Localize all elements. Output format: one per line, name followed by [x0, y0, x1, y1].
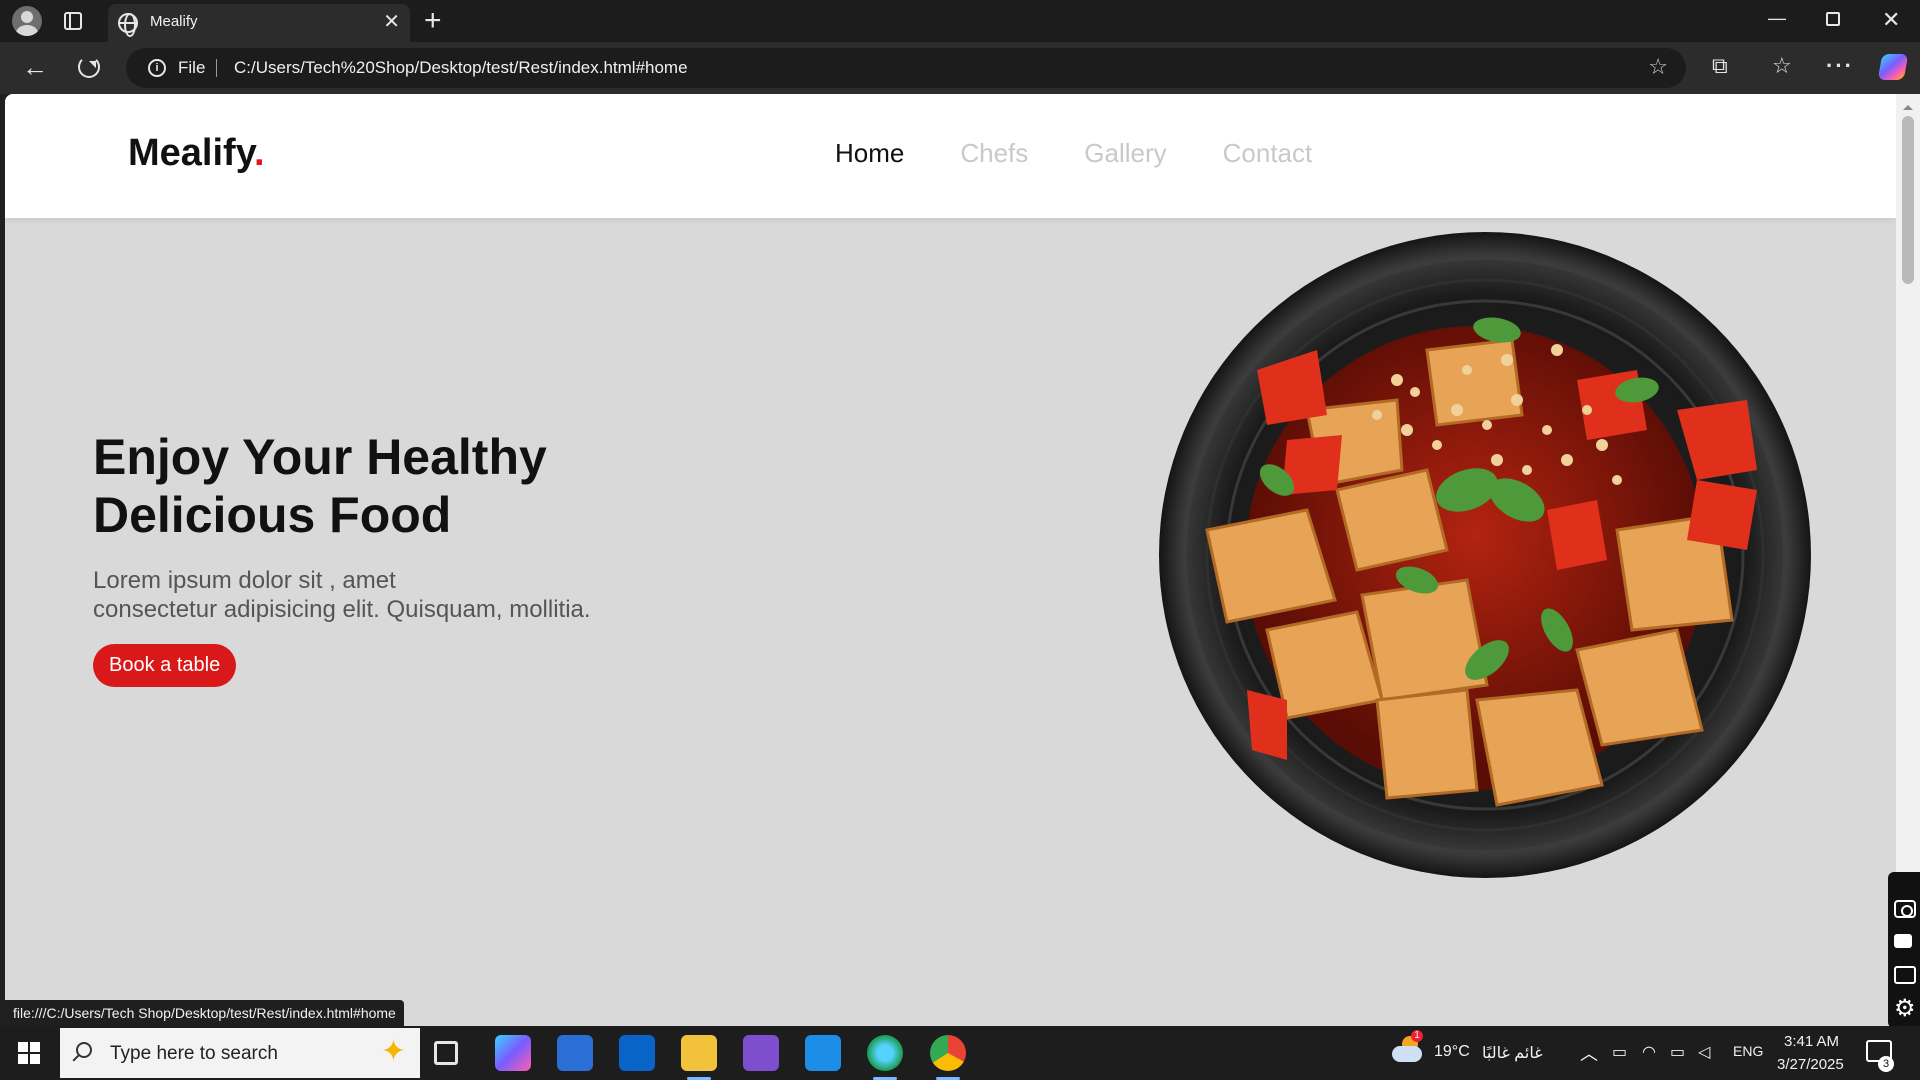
weather-badge: 1: [1411, 1030, 1423, 1042]
restore-icon[interactable]: [1826, 12, 1840, 26]
windows-taskbar: Type here to search ✦ 1 19°C غائم غالبًا…: [0, 1026, 1920, 1080]
outlook-icon[interactable]: [619, 1035, 655, 1071]
browser-titlebar: Mealify ✕ + — ✕: [0, 0, 1920, 42]
search-placeholder: Type here to search: [110, 1043, 278, 1064]
page-viewport: Mealify. Home Chefs Gallery Contact Enjo…: [5, 94, 1896, 1026]
reload-icon[interactable]: [78, 56, 100, 78]
scrollbar-thumb[interactable]: [1902, 116, 1914, 284]
chrome-icon[interactable]: [930, 1035, 966, 1080]
info-icon[interactable]: i: [148, 59, 166, 77]
weather-cloud-icon[interactable]: [1392, 1036, 1422, 1062]
weather-temp[interactable]: 19°C: [1434, 1043, 1470, 1061]
browser-tab[interactable]: Mealify ✕: [108, 4, 410, 42]
nav-link-contact[interactable]: Contact: [1223, 138, 1313, 169]
minimize-icon[interactable]: —: [1768, 6, 1786, 30]
address-scheme-label: File: [178, 58, 206, 77]
hero-title-line-1: Enjoy Your Healthy: [93, 429, 547, 485]
meet-icon[interactable]: ▭: [1612, 1042, 1627, 1062]
nav-menu: Home Chefs Gallery Contact: [835, 138, 1368, 169]
capture-toolbar: ⚙: [1888, 872, 1920, 1028]
window-close-icon[interactable]: ✕: [1882, 8, 1900, 32]
language-indicator[interactable]: ENG: [1733, 1043, 1763, 1059]
tab-close-icon[interactable]: ✕: [383, 10, 400, 34]
hero-title-line-2: Delicious Food: [93, 487, 452, 543]
volume-icon[interactable]: ◁: [1698, 1042, 1710, 1062]
address-separator: [216, 59, 217, 77]
notification-count: 3: [1878, 1056, 1894, 1072]
address-bar[interactable]: i File C:/Users/Tech%20Shop/Desktop/test…: [126, 48, 1686, 88]
battery-icon[interactable]: ▭: [1670, 1042, 1685, 1062]
logo-dot: .: [254, 132, 265, 174]
extensions-icon[interactable]: ⧉: [1712, 53, 1728, 79]
logo-text: Mealify: [128, 132, 255, 174]
taskbar-search[interactable]: Type here to search ✦: [60, 1028, 420, 1078]
microsoft-store-icon[interactable]: [557, 1035, 593, 1071]
globe-icon: [118, 13, 138, 37]
copilot-icon[interactable]: [1877, 54, 1909, 80]
site-header: Mealify. Home Chefs Gallery Contact: [5, 94, 1896, 218]
clock-date[interactable]: 3/27/2025: [1777, 1056, 1844, 1073]
back-arrow-icon[interactable]: ←: [22, 54, 48, 80]
task-view-icon[interactable]: [434, 1041, 458, 1065]
visual-studio-icon[interactable]: [743, 1035, 779, 1071]
tray-chevron-icon[interactable]: ︿: [1580, 1040, 1598, 1066]
site-logo[interactable]: Mealify.: [128, 132, 265, 175]
favorites-icon[interactable]: ☆: [1772, 53, 1792, 79]
clock-time[interactable]: 3:41 AM: [1784, 1033, 1839, 1050]
hero-subtitle-line-1: Lorem ipsum dolor sit , amet: [93, 567, 396, 594]
tab-actions-icon[interactable]: [64, 12, 82, 30]
vscode-icon[interactable]: [805, 1035, 841, 1071]
nav-link-gallery[interactable]: Gallery: [1084, 138, 1166, 169]
search-icon: [76, 1042, 92, 1058]
book-table-button[interactable]: Book a table: [93, 644, 237, 687]
hero-subtitle: Lorem ipsum dolor sit , amet consectetur…: [93, 566, 653, 624]
more-menu-icon[interactable]: ···: [1826, 53, 1854, 79]
tab-title: Mealify: [150, 13, 198, 30]
address-url[interactable]: C:/Users/Tech%20Shop/Desktop/test/Rest/i…: [234, 58, 688, 78]
food-plate-image: [1159, 232, 1811, 878]
weather-description[interactable]: غائم غالبًا: [1482, 1043, 1543, 1063]
browser-toolbar: ← i File C:/Users/Tech%20Shop/Desktop/te…: [0, 42, 1920, 94]
window-capture-icon[interactable]: [1894, 966, 1916, 984]
new-tab-icon[interactable]: +: [424, 4, 442, 38]
scroll-up-icon[interactable]: [1903, 100, 1913, 110]
file-explorer-icon[interactable]: [681, 1035, 717, 1080]
favorite-star-icon[interactable]: ☆: [1648, 54, 1668, 80]
hero-subtitle-line-2: consectetur adipisicing elit. Quisquam, …: [93, 596, 591, 623]
wifi-icon[interactable]: ◠: [1642, 1042, 1656, 1062]
copilot-app-icon[interactable]: [495, 1035, 531, 1071]
sparkle-icon: ✦: [380, 1035, 406, 1068]
gear-icon[interactable]: ⚙: [1894, 997, 1916, 1021]
nav-link-chefs[interactable]: Chefs: [960, 138, 1028, 169]
windows-start-icon[interactable]: [18, 1042, 40, 1064]
video-record-icon[interactable]: [1894, 934, 1912, 948]
hero-title: Enjoy Your Healthy Delicious Food: [93, 428, 653, 544]
edge-browser-icon[interactable]: [867, 1035, 903, 1080]
link-status-bar: file:///C:/Users/Tech Shop/Desktop/test/…: [5, 1000, 404, 1026]
profile-avatar-icon[interactable]: [12, 6, 42, 36]
nav-link-home[interactable]: Home: [835, 138, 904, 169]
screenshot-camera-icon[interactable]: [1894, 900, 1916, 918]
